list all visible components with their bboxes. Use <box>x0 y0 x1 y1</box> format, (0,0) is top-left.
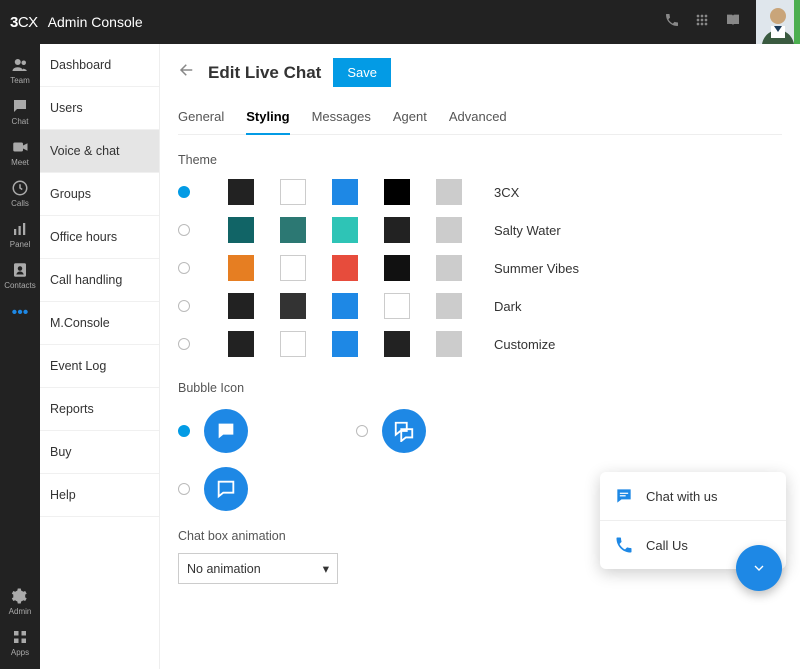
page-title: Edit Live Chat <box>208 63 321 83</box>
sidenav-item[interactable]: Voice & chat <box>40 130 159 173</box>
color-swatch[interactable] <box>436 255 462 281</box>
color-swatch[interactable] <box>280 217 306 243</box>
sidenav-item[interactable]: Help <box>40 474 159 517</box>
color-swatch[interactable] <box>280 293 306 319</box>
theme-radio[interactable] <box>178 338 190 350</box>
sidenav-item[interactable]: Event Log <box>40 345 159 388</box>
rail-item-panel[interactable]: Panel <box>0 214 40 255</box>
dialpad-icon[interactable] <box>694 12 710 32</box>
bubble-icon-option-3[interactable] <box>204 467 248 511</box>
theme-radio[interactable] <box>178 300 190 312</box>
theme-label: Dark <box>494 299 521 314</box>
rail-item-contacts[interactable]: Contacts <box>0 255 40 296</box>
main-content: Edit Live Chat Save General Styling Messag… <box>160 44 800 669</box>
chat-option-chat[interactable]: Chat with us <box>600 472 786 520</box>
theme-row: Customize <box>178 331 782 357</box>
tab[interactable]: Agent <box>393 101 427 134</box>
theme-label: Salty Water <box>494 223 561 238</box>
theme-row: 3CX <box>178 179 782 205</box>
color-swatch[interactable] <box>384 293 410 319</box>
brand-logo: 3CX <box>10 14 38 31</box>
chat-widget-fab[interactable] <box>736 545 782 591</box>
theme-radio[interactable] <box>178 262 190 274</box>
back-button[interactable] <box>178 61 196 84</box>
book-icon[interactable] <box>724 12 742 32</box>
bubble-radio-1[interactable] <box>178 425 190 437</box>
color-swatch[interactable] <box>228 331 254 357</box>
tab[interactable]: General <box>178 101 224 134</box>
color-swatch[interactable] <box>436 331 462 357</box>
color-swatch[interactable] <box>384 331 410 357</box>
section-theme-label: Theme <box>178 153 782 167</box>
sidenav-item[interactable]: Users <box>40 87 159 130</box>
color-swatch[interactable] <box>332 331 358 357</box>
tabstrip: General Styling Messages Agent Advanced <box>178 101 782 135</box>
color-swatch[interactable] <box>228 255 254 281</box>
theme-radio[interactable] <box>178 186 190 198</box>
color-swatch[interactable] <box>384 179 410 205</box>
animation-select[interactable]: No animation ▾ <box>178 553 338 584</box>
color-swatch[interactable] <box>436 217 462 243</box>
color-swatch[interactable] <box>228 179 254 205</box>
chat-option-chat-label: Chat with us <box>646 489 718 504</box>
sidenav-item[interactable]: Dashboard <box>40 44 159 87</box>
tab[interactable]: Styling <box>246 101 289 134</box>
color-swatch[interactable] <box>332 217 358 243</box>
color-swatch[interactable] <box>384 255 410 281</box>
sidenav-item[interactable]: M.Console <box>40 302 159 345</box>
dial-icon[interactable] <box>664 12 680 32</box>
presence-indicator <box>794 0 800 44</box>
chat-option-call-label: Call Us <box>646 538 688 553</box>
color-swatch[interactable] <box>332 255 358 281</box>
theme-label: 3CX <box>494 185 519 200</box>
rail-item-team[interactable]: Team <box>0 50 40 91</box>
bubble-icon-option-2[interactable] <box>382 409 426 453</box>
section-bubble-label: Bubble Icon <box>178 381 782 395</box>
sidenav-item[interactable]: Office hours <box>40 216 159 259</box>
theme-label: Customize <box>494 337 555 352</box>
sidenav-item[interactable]: Buy <box>40 431 159 474</box>
bubble-icon-option-1[interactable] <box>204 409 248 453</box>
theme-row: Salty Water <box>178 217 782 243</box>
rail-item-meet[interactable]: Meet <box>0 132 40 173</box>
tab[interactable]: Messages <box>312 101 371 134</box>
rail-more-icon[interactable]: ••• <box>12 296 29 330</box>
color-swatch[interactable] <box>280 179 306 205</box>
bubble-radio-2[interactable] <box>356 425 368 437</box>
color-swatch[interactable] <box>436 179 462 205</box>
left-rail: Team Chat Meet Calls Panel Contacts ••• … <box>0 44 40 669</box>
bubble-radio-3[interactable] <box>178 483 190 495</box>
color-swatch[interactable] <box>228 217 254 243</box>
sidenav-item[interactable]: Call handling <box>40 259 159 302</box>
save-button[interactable]: Save <box>333 58 391 87</box>
theme-row: Summer Vibes <box>178 255 782 281</box>
rail-item-apps[interactable]: Apps <box>0 622 40 663</box>
theme-label: Summer Vibes <box>494 261 579 276</box>
color-swatch[interactable] <box>280 331 306 357</box>
app-title: Admin Console <box>48 14 143 30</box>
topbar: 3CX Admin Console <box>0 0 800 44</box>
sidenav-item[interactable]: Reports <box>40 388 159 431</box>
animation-select-value: No animation <box>187 562 261 576</box>
color-swatch[interactable] <box>436 293 462 319</box>
avatar[interactable] <box>756 0 800 44</box>
color-swatch[interactable] <box>280 255 306 281</box>
sidenav-item[interactable]: Groups <box>40 173 159 216</box>
sidenav: DashboardUsersVoice & chatGroupsOffice h… <box>40 44 160 669</box>
rail-item-chat[interactable]: Chat <box>0 91 40 132</box>
color-swatch[interactable] <box>332 179 358 205</box>
theme-row: Dark <box>178 293 782 319</box>
chevron-down-icon: ▾ <box>323 561 329 576</box>
theme-radio[interactable] <box>178 224 190 236</box>
rail-item-calls[interactable]: Calls <box>0 173 40 214</box>
rail-item-admin[interactable]: Admin <box>0 581 40 622</box>
tab[interactable]: Advanced <box>449 101 507 134</box>
color-swatch[interactable] <box>332 293 358 319</box>
color-swatch[interactable] <box>228 293 254 319</box>
color-swatch[interactable] <box>384 217 410 243</box>
